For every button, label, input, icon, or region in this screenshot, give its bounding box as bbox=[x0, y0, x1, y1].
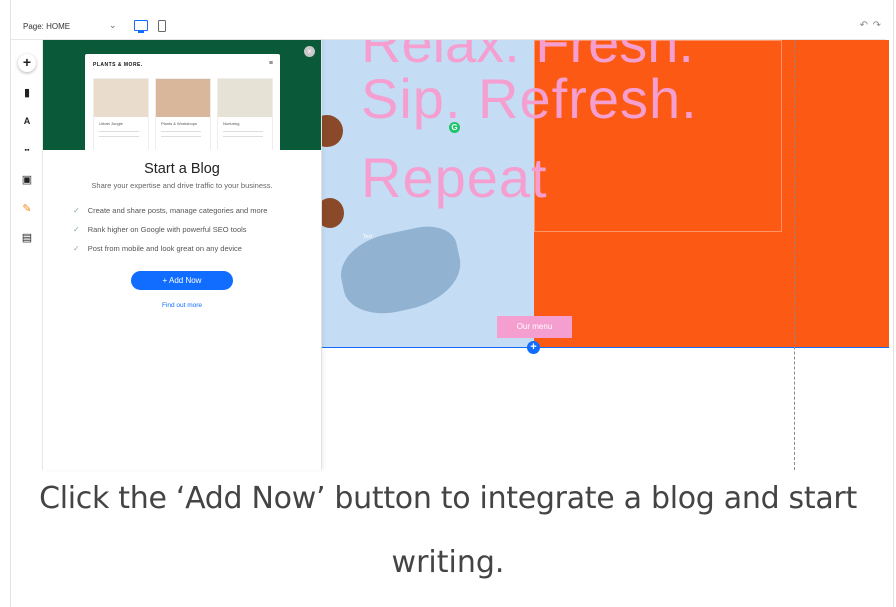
small-caption: Text bbox=[363, 234, 373, 240]
mock-post-title: Plants & Workshops bbox=[161, 121, 197, 126]
hero-heading-line1[interactable]: Sip. Refresh. bbox=[361, 66, 698, 131]
caption-line-2: writing. bbox=[391, 545, 505, 580]
watering-can-image bbox=[156, 79, 210, 117]
hero-heading-line2[interactable]: Repeat bbox=[361, 145, 548, 210]
mock-brand: PLANTS & MORE. bbox=[93, 62, 143, 68]
plant-image bbox=[94, 79, 148, 117]
panel-subtitle: Share your expertise and drive traffic t… bbox=[91, 181, 273, 190]
collaborator-cursor-icon: G bbox=[449, 122, 460, 133]
feature-item: ✓ Post from mobile and look great on any … bbox=[73, 244, 242, 253]
mock-post: Nurturing bbox=[217, 78, 273, 150]
check-icon: ✓ bbox=[73, 206, 80, 215]
left-toolbar: + ▮ A ▪▪ ▣ ✎ ▤ bbox=[11, 40, 43, 470]
gridline-guide bbox=[794, 40, 795, 470]
editor-top-bar: Page: HOME ⌄ ↶ ↷ bbox=[11, 17, 886, 40]
add-now-button[interactable]: + Add Now bbox=[131, 271, 233, 290]
find-out-more-link[interactable]: Find out more bbox=[43, 302, 321, 309]
mobile-view-icon[interactable] bbox=[158, 20, 166, 32]
media-icon[interactable]: ▣ bbox=[20, 173, 34, 187]
panel-title: Start a Blog bbox=[144, 161, 220, 177]
feature-item: ✓ Create and share posts, manage categori… bbox=[73, 206, 267, 215]
section-divider bbox=[321, 347, 889, 348]
hamburger-icon: ≡ bbox=[268, 60, 273, 67]
blog-icon[interactable]: ✎ bbox=[20, 202, 34, 216]
apps-icon[interactable]: ▪▪ bbox=[20, 144, 34, 158]
panel-preview-banner: PLANTS & MORE. ≡ Urban Jungle Plants & W… bbox=[43, 40, 321, 150]
close-icon[interactable]: × bbox=[304, 46, 315, 57]
business-icon[interactable]: ▤ bbox=[20, 231, 34, 245]
mock-post: Urban Jungle bbox=[93, 78, 149, 150]
page-selector[interactable]: Page: HOME bbox=[23, 22, 70, 31]
mock-post-title: Urban Jungle bbox=[99, 121, 123, 126]
blog-preview-mockup: PLANTS & MORE. ≡ Urban Jungle Plants & W… bbox=[85, 54, 280, 150]
feature-text: Create and share posts, manage categorie… bbox=[87, 206, 268, 215]
our-menu-button[interactable]: Our menu bbox=[497, 316, 572, 338]
check-icon: ✓ bbox=[73, 244, 80, 253]
start-blog-panel: PLANTS & MORE. ≡ Urban Jungle Plants & W… bbox=[43, 40, 322, 470]
desktop-view-icon[interactable] bbox=[134, 20, 148, 33]
design-icon[interactable]: A bbox=[20, 114, 34, 128]
potted-plant-image bbox=[218, 79, 272, 117]
add-elements-icon[interactable]: + bbox=[18, 54, 36, 72]
check-icon: ✓ bbox=[73, 225, 80, 234]
caption-line-1: Click the ‘Add Now’ button to integrate … bbox=[39, 481, 857, 516]
mock-post: Plants & Workshops bbox=[155, 78, 211, 150]
feature-text: Rank higher on Google with powerful SEO … bbox=[87, 225, 247, 234]
mock-post-title: Nurturing bbox=[223, 121, 240, 126]
add-section-icon[interactable]: + bbox=[527, 341, 540, 354]
feature-text: Post from mobile and look great on any d… bbox=[87, 244, 242, 253]
undo-icon[interactable]: ↶ bbox=[860, 20, 868, 31]
pages-icon[interactable]: ▮ bbox=[20, 86, 34, 100]
site-canvas: Relax. Fresh. Sip. Refresh. Repeat G Tex… bbox=[321, 40, 889, 470]
redo-icon[interactable]: ↷ bbox=[873, 20, 881, 31]
chevron-down-icon[interactable]: ⌄ bbox=[109, 20, 117, 31]
feature-item: ✓ Rank higher on Google with powerful SEO… bbox=[73, 225, 247, 234]
